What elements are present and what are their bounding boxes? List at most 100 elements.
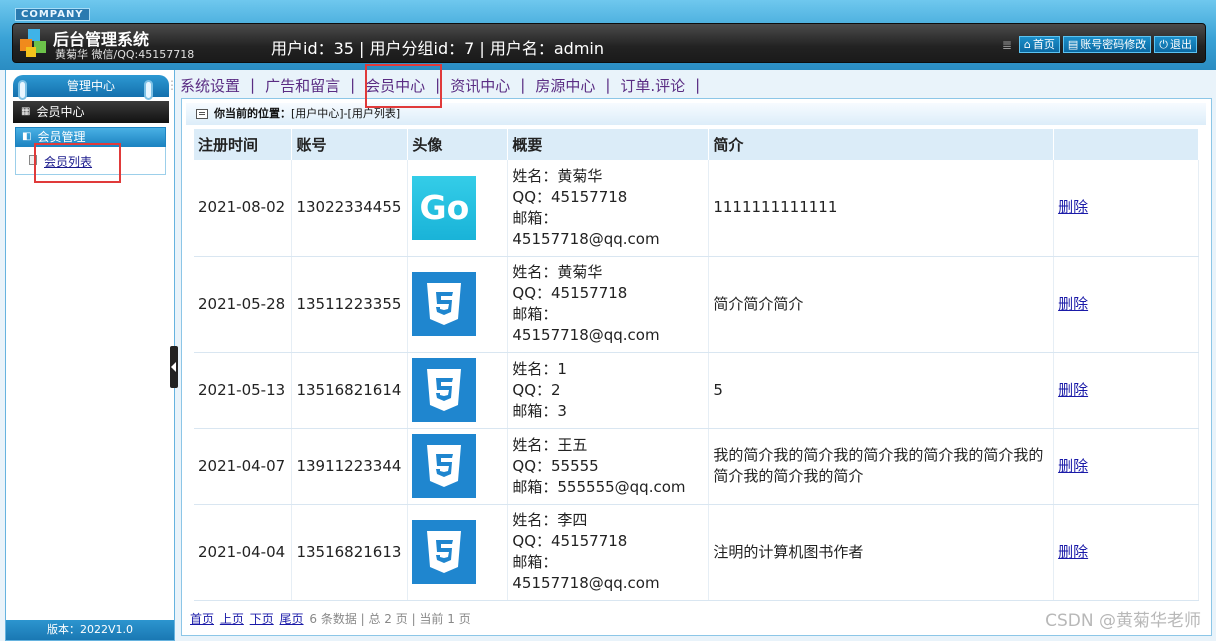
grip-icon: ≣: [1001, 37, 1012, 52]
cell-intro: 简介简介简介: [708, 256, 1055, 353]
cell-intro: 注明的计算机图书作者: [708, 504, 1055, 601]
summary-name: 姓名：黄菊华: [512, 263, 603, 281]
watermark: CSDN @黄菊华老师: [1045, 611, 1201, 631]
summary-name: 姓名：黄菊华: [512, 166, 603, 185]
menu-item-housing-center[interactable]: 房源中心: [531, 75, 599, 96]
breadcrumb-path: [用户中心]-[用户列表]: [291, 107, 401, 120]
home-button-label: 首页: [1032, 38, 1055, 51]
col-header-avatar: 头像: [407, 129, 509, 160]
menu-separator: |: [695, 76, 701, 94]
cell-date: 2021-08-02: [194, 160, 293, 257]
cell-account: 13911223344: [291, 428, 409, 505]
cell-account: 13516821614: [291, 352, 409, 429]
cell-summary: 姓名：黄菊华 QQ：45157718 邮箱：45157718@qq.com: [507, 160, 710, 257]
logout-button[interactable]: ⏻ 退出: [1154, 36, 1197, 53]
pagination-info: 6 条数据 | 总 2 页 | 当前 1 页: [309, 612, 471, 626]
last-page-link[interactable]: 尾页: [280, 612, 304, 626]
breadcrumb: 你当前的位置：[用户中心]-[用户列表]: [186, 103, 1206, 125]
table-row: 2021-04-04 13516821613 姓名：李四 QQ：45157718…: [194, 504, 1199, 601]
cell-avatar: [407, 504, 509, 601]
menu-separator: |: [250, 76, 256, 94]
cell-avatar: [407, 428, 509, 505]
next-page-link[interactable]: 下页: [250, 612, 274, 626]
delete-link[interactable]: 删除: [1058, 295, 1088, 313]
first-page-link[interactable]: 首页: [190, 612, 214, 626]
pin-icon: [18, 80, 27, 100]
summary-name: 姓名：1: [512, 359, 567, 378]
window-icon: [196, 109, 208, 119]
grip-icon: ⋮: [166, 78, 178, 92]
table-row: 2021-05-28 13511223355 姓名：黄菊华 QQ：4515771…: [194, 256, 1199, 353]
logout-label: 退出: [1170, 38, 1192, 51]
delete-link[interactable]: 删除: [1058, 457, 1088, 475]
sidebar-section-member-center[interactable]: ▦ 会员中心: [13, 101, 169, 123]
summary-name: 姓名：王五: [512, 435, 588, 454]
go-logo-icon: Go: [412, 175, 477, 240]
collapse-sidebar-button[interactable]: [170, 346, 178, 388]
company-label: COMPANY: [15, 8, 90, 21]
app-subtitle: 黄菊华 微信/QQ:45157718: [55, 48, 195, 61]
pin-icon: [144, 80, 153, 100]
delete-link[interactable]: 删除: [1058, 198, 1088, 216]
cell-action: 删除: [1053, 160, 1199, 257]
menu-item-orders-comments[interactable]: 订单.评论: [616, 75, 689, 96]
header-actions: ≣ ⌂ 首页 ▤ 账号密码修改 ⏻ 退出: [1002, 36, 1197, 53]
logo-icon: [20, 29, 46, 57]
cell-intro: 5: [708, 352, 1055, 429]
summary-qq: QQ：55555: [512, 456, 599, 475]
home-button[interactable]: ⌂ 首页: [1018, 36, 1060, 53]
pagination: 首页 上页 下页 尾页 6 条数据 | 总 2 页 | 当前 1 页: [190, 610, 471, 627]
cell-action: 删除: [1053, 352, 1199, 429]
user-info: 用户id：35 | 用户分组id：7 | 用户名：admin: [271, 39, 605, 58]
cell-avatar: [407, 256, 509, 353]
cell-date: 2021-04-04: [194, 504, 293, 601]
main-panel: 你当前的位置：[用户中心]-[用户列表] 注册时间 账号 头像 概要 简介 20…: [181, 98, 1212, 636]
cell-summary: 姓名：李四 QQ：45157718 邮箱：45157718@qq.com: [507, 504, 710, 601]
highlight-box: [365, 64, 442, 108]
summary-email: 邮箱：45157718@qq.com: [512, 305, 660, 344]
menu-item-news-center[interactable]: 资讯中心: [446, 75, 514, 96]
cell-account: 13516821613: [291, 504, 409, 601]
cell-avatar: [407, 352, 509, 429]
css3-logo-icon: [412, 434, 477, 498]
power-icon: ⏻: [1159, 38, 1168, 51]
table-row: 2021-05-13 13516821614 姓名：1 QQ：2 邮箱：3 5 …: [194, 352, 1199, 429]
cell-avatar: Go: [407, 160, 509, 257]
menu-item-system-settings[interactable]: 系统设置: [176, 75, 244, 96]
cell-intro: 1111111111111: [708, 160, 1055, 257]
css3-logo-icon: [412, 272, 477, 336]
document-icon: ▤: [1067, 38, 1079, 51]
col-header-summary: 概要: [507, 129, 710, 160]
table-row: 2021-04-07 13911223344 姓名：王五 QQ：55555 邮箱…: [194, 428, 1199, 505]
summary-qq: QQ：2: [512, 380, 561, 399]
member-table: 注册时间 账号 头像 概要 简介 2021-08-02 13022334455 …: [194, 129, 1199, 601]
panel-icon: ◧: [22, 131, 32, 142]
col-header-date: 注册时间: [194, 129, 293, 160]
summary-email: 邮箱：45157718@qq.com: [512, 208, 660, 248]
menu-item-ads-messages[interactable]: 广告和留言: [261, 75, 344, 96]
cell-summary: 姓名：王五 QQ：55555 邮箱：555555@qq.com: [507, 428, 710, 505]
css3-logo-icon: [412, 358, 477, 422]
delete-link[interactable]: 删除: [1058, 381, 1088, 399]
table-row: 2021-08-02 13022334455 Go 姓名：黄菊华 QQ：4515…: [194, 160, 1199, 257]
breadcrumb-label: 你当前的位置：: [214, 107, 291, 120]
cell-action: 删除: [1053, 428, 1199, 505]
cell-summary: 姓名：黄菊华 QQ：45157718 邮箱：45157718@qq.com: [507, 256, 710, 353]
delete-link[interactable]: 删除: [1058, 543, 1088, 561]
summary-email: 邮箱：555555@qq.com: [512, 477, 686, 496]
col-header-action: [1053, 129, 1199, 160]
home-icon: ⌂: [1023, 38, 1031, 51]
highlight-box: [34, 143, 121, 183]
cell-action: 删除: [1053, 504, 1199, 601]
menu-separator: |: [520, 76, 526, 94]
cell-account: 13022334455: [291, 160, 409, 257]
change-password-button[interactable]: ▤ 账号密码修改: [1062, 36, 1152, 53]
cell-summary: 姓名：1 QQ：2 邮箱：3: [507, 352, 710, 429]
summary-qq: QQ：45157718: [512, 187, 628, 206]
cell-action: 删除: [1053, 256, 1199, 353]
prev-page-link[interactable]: 上页: [220, 612, 244, 626]
col-header-intro: 简介: [708, 129, 1055, 160]
col-header-account: 账号: [291, 129, 409, 160]
css3-logo-icon: [412, 520, 477, 584]
sidebar-section-label: 会员中心: [36, 105, 85, 119]
